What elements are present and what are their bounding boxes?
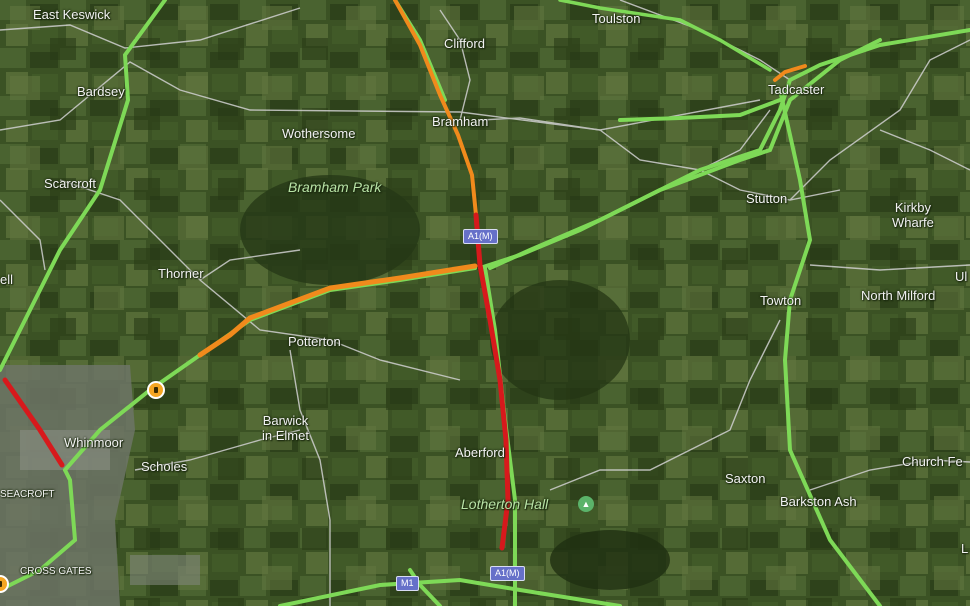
label-wothersome: Wothersome xyxy=(282,126,356,141)
label-north-milford: North Milford xyxy=(861,288,936,303)
label-whinmoor: Whinmoor xyxy=(64,435,124,450)
label-bardsey: Bardsey xyxy=(77,84,125,99)
road-shield-a1m: A1(M) xyxy=(463,229,498,244)
label-clifford: Clifford xyxy=(444,36,485,51)
park-tree-icon[interactable]: ▲ xyxy=(578,496,594,512)
map-canvas xyxy=(0,0,970,606)
woodland-area xyxy=(490,280,630,400)
label-ul: Ul xyxy=(955,269,968,284)
label-saxton: Saxton xyxy=(725,471,766,486)
label-seacroft: SEACROFT xyxy=(0,489,55,500)
label-tadcaster: Tadcaster xyxy=(768,82,825,97)
label-lotherton-hall: Lotherton Hall xyxy=(461,496,549,512)
label-towton: Towton xyxy=(760,293,802,308)
label-ell: ell xyxy=(0,272,14,287)
label-scarcroft: Scarcroft xyxy=(44,176,97,191)
woodland-area xyxy=(550,530,670,590)
roadworks-icon[interactable] xyxy=(147,381,165,399)
label-thorner: Thorner xyxy=(158,266,204,281)
label-bramham-park: Bramham Park xyxy=(288,179,382,195)
label-barkston-ash: Barkston Ash xyxy=(780,494,857,509)
road-shield-m1: M1 xyxy=(396,576,419,591)
label-church-fe: Church Fe xyxy=(902,454,963,469)
label-scholes: Scholes xyxy=(141,459,188,474)
label-cross-gates: CROSS GATES xyxy=(20,566,92,577)
label-east-keswick: East Keswick xyxy=(33,7,111,22)
label-barwick-in-elmet: Barwick in Elmet xyxy=(262,413,309,443)
label-aberford: Aberford xyxy=(455,445,505,460)
label-stutton: Stutton xyxy=(746,191,788,206)
label-toulston: Toulston xyxy=(592,11,641,26)
road-shield-a1m: A1(M) xyxy=(490,566,525,581)
map-view[interactable]: East Keswick Bardsey Scarcroft Clifford … xyxy=(0,0,970,606)
label-l: L xyxy=(961,541,969,556)
label-bramham: Bramham xyxy=(432,114,489,129)
label-kirkby-wharfe: Kirkby Wharfe xyxy=(892,200,934,230)
label-potterton: Potterton xyxy=(288,334,341,349)
